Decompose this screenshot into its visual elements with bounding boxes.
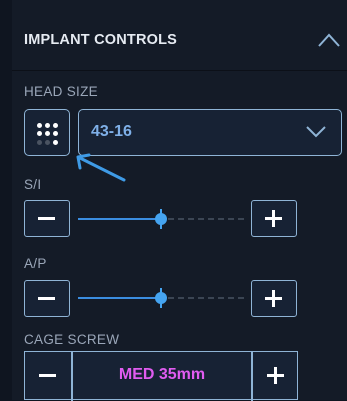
chevron-down-icon — [306, 126, 326, 138]
collapse-button[interactable] — [316, 30, 342, 50]
head-size-value: 43-16 — [91, 123, 132, 140]
slider-thumb[interactable] — [155, 292, 167, 304]
dot — [45, 131, 50, 137]
dot — [53, 131, 58, 137]
plus-icon-v — [274, 367, 277, 384]
dot — [45, 123, 50, 128]
slider-fill — [78, 297, 161, 299]
minus-icon — [39, 374, 56, 377]
slider-thumb[interactable] — [155, 213, 167, 225]
ap-decrease-button[interactable] — [24, 280, 70, 317]
si-label: S/I — [24, 177, 42, 192]
plus-icon-v — [272, 290, 275, 307]
cage-screw-label: CAGE SCREW — [24, 332, 120, 347]
annotation-arrow — [76, 153, 126, 182]
minus-icon — [38, 297, 55, 300]
dot — [53, 123, 58, 128]
minus-icon — [38, 217, 55, 220]
dot-grid-icon — [37, 123, 59, 145]
cage-screw-stepper: MED 35mm — [24, 351, 299, 401]
dot — [37, 139, 42, 145]
plus-icon-v — [272, 210, 275, 227]
si-increase-button[interactable] — [251, 200, 297, 237]
header-divider — [12, 70, 347, 71]
ap-increase-button[interactable] — [251, 280, 297, 317]
si-decrease-button[interactable] — [24, 200, 70, 237]
slider-fill — [78, 218, 161, 220]
ap-label: A/P — [24, 256, 47, 271]
panel-title: IMPLANT CONTROLS — [24, 32, 178, 48]
si-slider[interactable] — [78, 209, 244, 229]
dot — [37, 123, 42, 128]
cage-screw-decrease-button[interactable] — [25, 352, 71, 401]
head-size-grid-button[interactable] — [24, 109, 70, 156]
dot — [53, 139, 58, 145]
head-size-select[interactable]: 43-16 — [78, 109, 342, 156]
chevron-up-icon — [318, 33, 340, 47]
dot — [45, 139, 50, 145]
dot — [37, 131, 42, 137]
head-size-label: HEAD SIZE — [24, 84, 98, 99]
cage-screw-value: MED 35mm — [118, 366, 206, 383]
cage-screw-increase-button[interactable] — [253, 352, 299, 401]
ap-slider[interactable] — [78, 288, 244, 308]
